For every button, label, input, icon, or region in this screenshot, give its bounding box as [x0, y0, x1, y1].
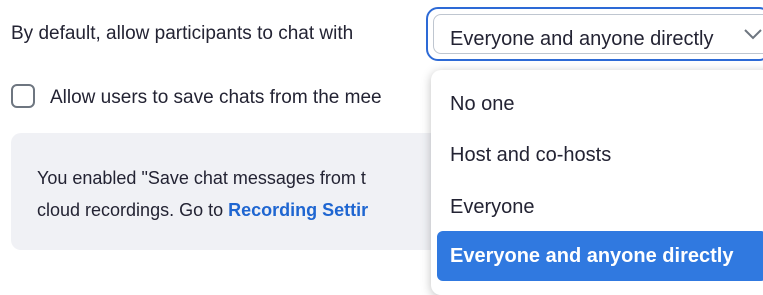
option-everyone-and-anyone-directly[interactable]: Everyone and anyone directly	[437, 231, 763, 281]
notice-text-line-1: You enabled "Save chat messages from t	[37, 168, 366, 188]
save-chats-label: Allow users to save chats from the mee	[50, 87, 382, 108]
notice-text-line-2: cloud recordings. Go to Recording Settir	[37, 200, 368, 221]
option-no-one[interactable]: No one	[450, 93, 515, 116]
notice-text-line-2-prefix: cloud recordings. Go to	[37, 200, 229, 220]
recording-settings-link[interactable]: Recording Settir	[228, 200, 368, 220]
save-chats-checkbox[interactable]	[11, 84, 35, 108]
chevron-down-icon[interactable]	[743, 27, 763, 41]
chat-permission-label: By default, allow participants to chat w…	[11, 23, 354, 44]
option-everyone-and-anyone-directly-label: Everyone and anyone directly	[450, 245, 734, 267]
chat-permission-dropdown-menu: No one Host and co-hosts Everyone Everyo…	[431, 70, 763, 295]
option-host-and-co-hosts[interactable]: Host and co-hosts	[450, 144, 611, 167]
chat-permission-selected-value[interactable]: Everyone and anyone directly	[450, 28, 714, 51]
option-everyone[interactable]: Everyone	[450, 196, 535, 219]
